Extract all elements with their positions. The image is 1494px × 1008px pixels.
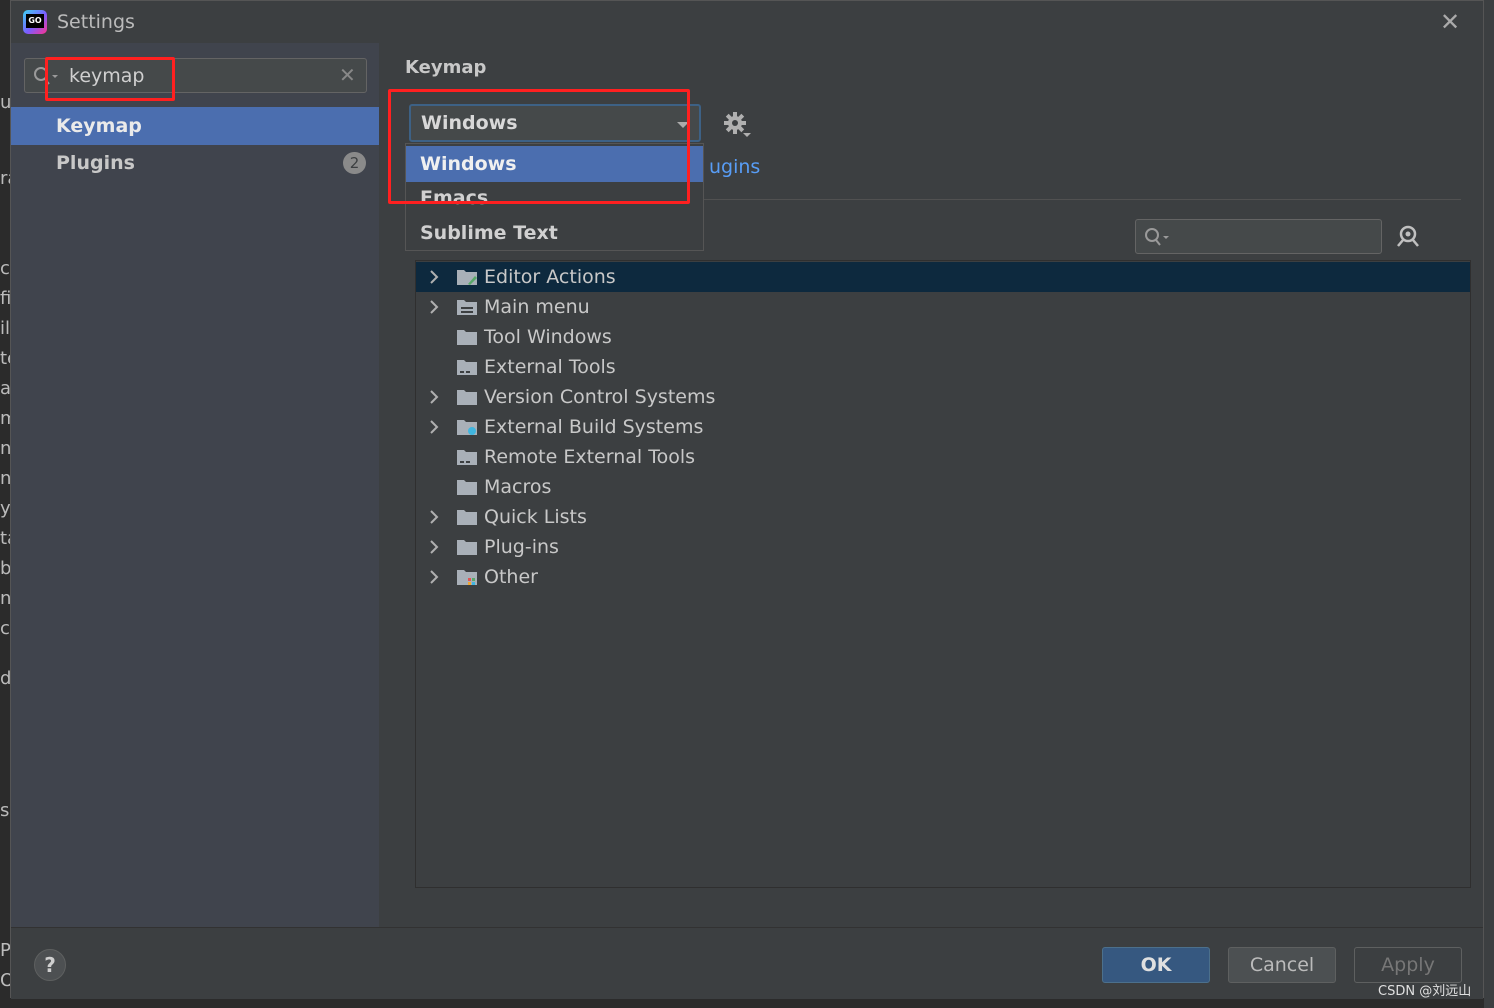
gear-icon[interactable] (723, 111, 753, 141)
title-bar: Settings ✕ (11, 1, 1483, 43)
keymap-scheme-value: Windows (421, 112, 518, 134)
search-icon (34, 67, 58, 85)
tree-row[interactable]: Remote External Tools (416, 442, 1470, 472)
tree-row[interactable]: External Build Systems (416, 412, 1470, 442)
folder-icon (457, 390, 477, 405)
tree-row[interactable]: Editor Actions (416, 262, 1470, 292)
tree-row[interactable]: Macros (416, 472, 1470, 502)
tree-row[interactable]: External Tools (416, 352, 1470, 382)
close-button[interactable]: ✕ (1437, 9, 1463, 35)
dropdown-option-windows[interactable]: Windows (406, 146, 703, 182)
chevron-right-icon[interactable] (426, 502, 442, 532)
tree-row-label: Macros (484, 476, 552, 498)
chevron-right-icon[interactable] (426, 262, 442, 292)
sidebar-item-keymap[interactable]: Keymap (11, 107, 379, 145)
tree-row-label: Remote External Tools (484, 446, 696, 468)
tree-row-label: External Build Systems (484, 416, 704, 438)
chevron-right-icon[interactable] (426, 382, 442, 412)
keymap-actions-tree: Editor Actions Main menu Tool Windows Exter… (415, 260, 1471, 888)
sidebar-item-label: Keymap (56, 115, 142, 137)
tree-row[interactable]: Main menu (416, 292, 1470, 322)
tree-row[interactable]: Plug-ins (416, 532, 1470, 562)
tree-row-label: External Tools (484, 356, 616, 378)
cancel-button[interactable]: Cancel (1228, 947, 1336, 983)
plugins-count-badge: 2 (343, 152, 366, 174)
sidebar-item-label: Plugins (56, 152, 135, 174)
ok-button[interactable]: OK (1102, 947, 1210, 983)
goland-app-icon (23, 10, 47, 34)
chevron-right-icon[interactable] (426, 412, 442, 442)
settings-search-field[interactable]: ✕ (24, 58, 367, 93)
folder-icon (457, 480, 477, 495)
keymap-panel: Keymap Windows ugins Windows Emacs Subli… (379, 43, 1483, 927)
folder-icon (457, 540, 477, 555)
tree-row-label: Main menu (484, 296, 590, 318)
settings-search-input[interactable] (69, 63, 329, 89)
tree-row-label: Tool Windows (484, 326, 612, 348)
bg-fragment: il (0, 318, 11, 339)
help-button[interactable]: ? (34, 949, 66, 981)
bg-fragment: s (0, 800, 10, 821)
settings-dialog: Settings ✕ ✕ Keymap Plugins 2 Keymap Win… (10, 0, 1484, 999)
watermark: CSDN @刘远山 (1378, 984, 1472, 999)
close-icon: ✕ (1439, 8, 1461, 36)
other-folder-icon (457, 570, 477, 585)
page-title: Keymap (405, 57, 487, 78)
apply-button[interactable]: Apply (1354, 947, 1462, 983)
dropdown-option-sublime-text[interactable]: Sublime Text (406, 215, 703, 250)
tree-row[interactable]: Other (416, 562, 1470, 592)
tree-row-label: Plug-ins (484, 536, 559, 558)
chevron-right-icon[interactable] (426, 532, 442, 562)
keymap-scheme-select[interactable]: Windows (409, 104, 701, 142)
tools-folder-icon (457, 450, 477, 465)
sidebar-item-plugins[interactable]: Plugins 2 (11, 144, 379, 182)
chevron-right-icon[interactable] (426, 292, 442, 322)
dialog-footer: ? OK Cancel Apply (11, 927, 1483, 999)
tree-row[interactable]: Quick Lists (416, 502, 1470, 532)
background-window-edge (1484, 0, 1494, 1008)
tree-row-label: Version Control Systems (484, 386, 716, 408)
settings-sidebar: ✕ Keymap Plugins 2 (11, 43, 379, 927)
action-search-field[interactable] (1135, 219, 1382, 254)
tools-folder-icon (457, 360, 477, 375)
keymap-scheme-dropdown: Windows Emacs Sublime Text (405, 143, 704, 251)
menu-folder-icon (457, 300, 477, 315)
clear-search-icon[interactable]: ✕ (339, 63, 356, 87)
dialog-title: Settings (57, 11, 135, 33)
tree-row-label: Other (484, 566, 538, 588)
action-search-input[interactable] (1176, 224, 1376, 250)
tree-row[interactable]: Version Control Systems (416, 382, 1470, 412)
folder-icon (457, 330, 477, 345)
tree-row-label: Editor Actions (484, 266, 616, 288)
gear-folder-icon (457, 420, 477, 435)
search-icon (1145, 228, 1169, 246)
folder-icon (457, 510, 477, 525)
chevron-right-icon[interactable] (426, 562, 442, 592)
dropdown-option-emacs[interactable]: Emacs (406, 180, 703, 209)
chevron-down-icon (677, 122, 689, 128)
plugins-link[interactable]: ugins (709, 156, 760, 178)
tree-row[interactable]: Tool Windows (416, 322, 1470, 352)
tree-row-label: Quick Lists (484, 506, 587, 528)
editor-actions-folder-icon (457, 270, 477, 285)
find-by-shortcut-icon[interactable] (1395, 223, 1425, 253)
